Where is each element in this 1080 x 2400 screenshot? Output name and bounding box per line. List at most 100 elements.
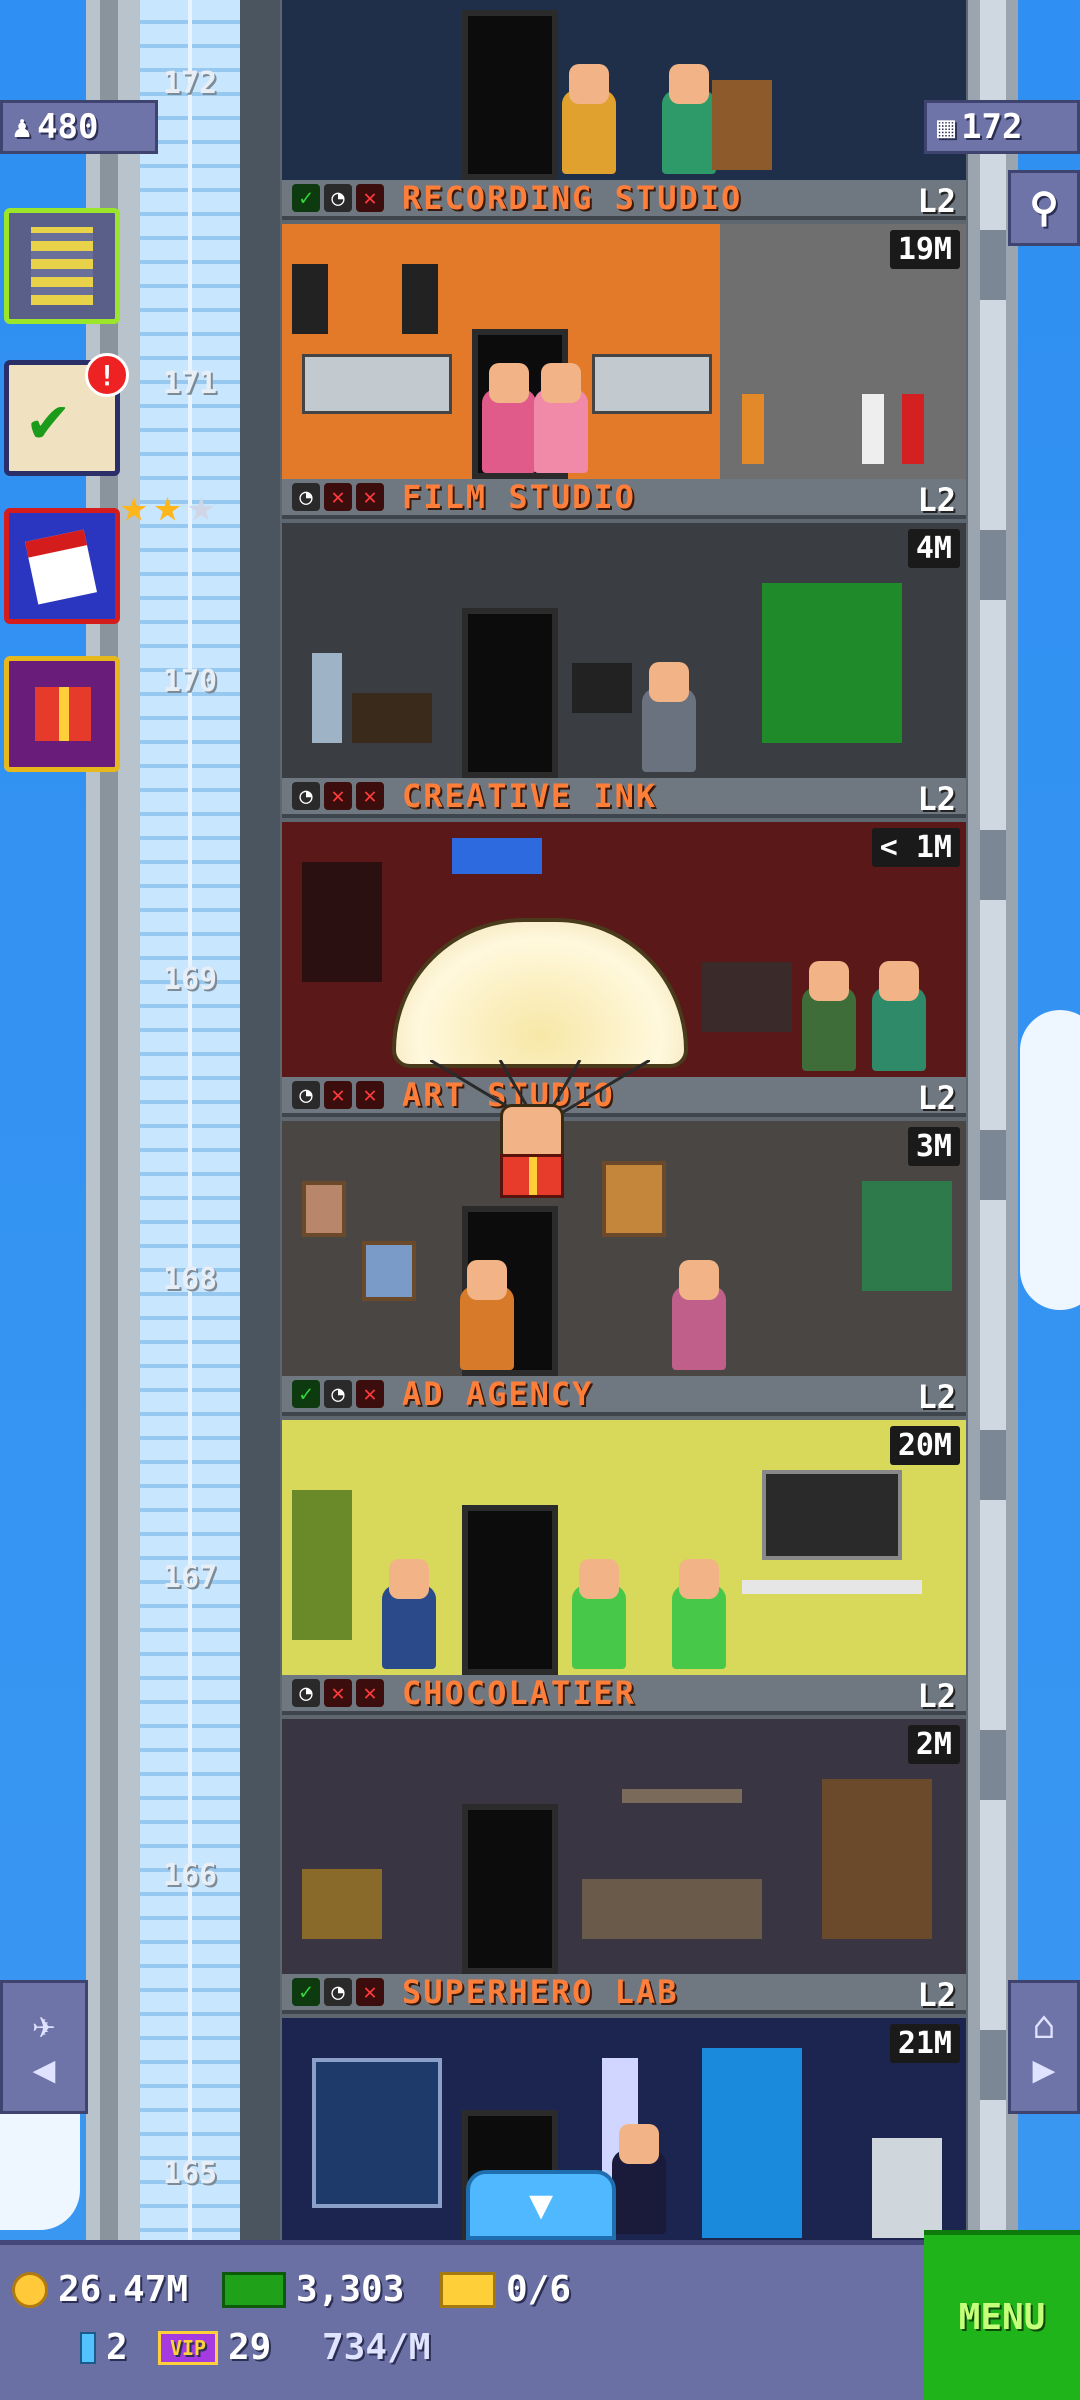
elevators-stat[interactable]: 2 <box>80 2327 128 2368</box>
elevator-floor-number: 171 <box>162 366 218 401</box>
camera <box>572 663 632 713</box>
search-button[interactable]: ⚲ <box>1008 170 1080 246</box>
scroll-right-button[interactable]: ⌂ ▶ <box>1008 1980 1080 2114</box>
floor-level: L2 <box>917 780 956 818</box>
mixing-desk <box>302 354 452 414</box>
guitar <box>902 394 924 464</box>
elevator-floor-number: 167 <box>162 1560 218 1595</box>
check-icon: ✓ <box>292 1978 320 2006</box>
vip-stat[interactable]: VIP 29 <box>158 2327 271 2368</box>
green-screen <box>762 583 902 743</box>
floor-value: 20M <box>889 1426 960 1465</box>
floor-level: L2 <box>917 481 956 519</box>
floor-level: L2 <box>917 1677 956 1715</box>
check-icon: ✓ <box>292 184 320 212</box>
gift-button[interactable] <box>4 656 120 772</box>
x-icon: ✕ <box>356 483 384 511</box>
clock-icon: ◔ <box>292 1679 320 1707</box>
tickets-stat[interactable]: 0/6 <box>440 2269 571 2310</box>
elevator-floor-number: 172 <box>162 66 218 101</box>
floor-status-icons: ◔ ✕ ✕ <box>292 1679 384 1707</box>
bux-stat[interactable]: 3,303 <box>222 2269 404 2310</box>
elevators-value: 2 <box>106 2327 128 2368</box>
rate-value: 734/M <box>322 2327 431 2368</box>
floor-name: AD AGENCY <box>402 1375 594 1413</box>
painting <box>302 1181 346 1237</box>
floor-film-studio[interactable]: ◔ ✕ ✕ FILM STUDIO L2 4M <box>282 478 966 778</box>
counter <box>582 1879 762 1939</box>
x-icon: ✕ <box>324 782 352 810</box>
painting <box>602 1161 666 1237</box>
x-icon: ✕ <box>324 483 352 511</box>
menu-button[interactable]: MENU <box>924 2230 1080 2400</box>
calendar-button[interactable] <box>4 508 120 624</box>
person-icon: ♟ <box>13 109 32 145</box>
tenant <box>642 662 696 772</box>
elevator-floor-number: 169 <box>162 962 218 997</box>
tenant <box>612 2124 666 2234</box>
tower-edge <box>968 0 1018 2240</box>
notification-badge: ! <box>85 353 129 397</box>
floor-value: 4M <box>907 529 960 568</box>
arrow-down-icon: ▼ <box>528 2182 554 2228</box>
chocolate-pot <box>302 1869 382 1939</box>
plant <box>292 1490 352 1640</box>
room-interior <box>282 1719 966 1974</box>
speaker <box>402 264 438 334</box>
tower-bux-icon <box>222 2271 286 2308</box>
arrow-left-icon: ◀ <box>32 2047 56 2091</box>
floor-level: L2 <box>917 1976 956 2014</box>
guitar <box>742 394 764 464</box>
floor-header: ◔ ✕ ✕ FILM STUDIO L2 <box>282 478 966 519</box>
door <box>462 10 558 180</box>
tenant <box>872 961 926 1071</box>
room-interior <box>282 2018 966 2240</box>
floor-art-studio[interactable]: ◔ ✕ ✕ ART STUDIO L2 3M <box>282 1076 966 1376</box>
coins-stat[interactable]: 26.47M <box>12 2269 188 2310</box>
x-icon: ✕ <box>356 1679 384 1707</box>
plane-icon: ✈ <box>32 2003 56 2047</box>
population-badge[interactable]: ♟ 480 <box>0 100 158 154</box>
tattoo-chair <box>702 962 792 1032</box>
floor-name: FILM STUDIO <box>402 478 636 516</box>
gift-ribbon <box>59 687 69 741</box>
tickets-value: 0/6 <box>506 2269 572 2310</box>
calendar-icon <box>25 529 97 605</box>
floor-status-icons: ✓ ◔ ✕ <box>292 184 384 212</box>
tower-button[interactable] <box>4 208 120 324</box>
floor-header: ◔ ✕ ✕ CREATIVE INK L2 <box>282 777 966 818</box>
floors-value: 172 <box>961 107 1023 147</box>
elevator-floor-number: 168 <box>162 1262 218 1297</box>
floor-recording-studio[interactable]: ✓ ◔ ✕ RECORDING STUDIO L2 19M <box>282 179 966 479</box>
floor-room-partial[interactable] <box>282 0 966 180</box>
floor-name: CHOCOLATIER <box>402 1674 636 1712</box>
floor-value: 3M <box>907 1127 960 1166</box>
floor-superhero-lab[interactable]: ✓ ◔ ✕ SUPERHERO LAB L2 21M <box>282 1973 966 2240</box>
bux-value: 3,303 <box>296 2269 405 2310</box>
shop-window <box>302 862 382 982</box>
scroll-left-button[interactable]: ✈ ◀ <box>0 1980 88 2114</box>
floor-value: 2M <box>907 1725 960 1764</box>
star-icon: ★ <box>187 478 216 532</box>
floor-level: L2 <box>917 182 956 220</box>
clock-icon: ◔ <box>292 483 320 511</box>
floor-chocolatier[interactable]: ◔ ✕ ✕ CHOCOLATIER L2 2M <box>282 1674 966 1974</box>
floor-ad-agency[interactable]: ✓ ◔ ✕ AD AGENCY L2 20M <box>282 1375 966 1675</box>
missions-button[interactable]: ✔ ! <box>4 353 129 476</box>
golden-ticket-icon <box>440 2271 496 2308</box>
sofa <box>352 693 432 743</box>
hologram-display <box>312 2058 442 2208</box>
floor-name: SUPERHERO LAB <box>402 1973 679 2011</box>
shaft-rail-left <box>100 0 118 2240</box>
x-icon: ✕ <box>356 1380 384 1408</box>
scroll-down-button[interactable]: ▼ <box>466 2170 616 2240</box>
coin-icon <box>12 2271 48 2308</box>
floors-badge[interactable]: ▦ 172 <box>924 100 1080 154</box>
clock-icon: ◔ <box>292 782 320 810</box>
ink-sign <box>452 838 542 874</box>
menu-label: MENU <box>958 2297 1046 2338</box>
gift-icon[interactable] <box>500 1154 564 1198</box>
door <box>462 1804 558 1974</box>
shelf <box>712 80 772 170</box>
teleporter <box>702 2048 802 2238</box>
